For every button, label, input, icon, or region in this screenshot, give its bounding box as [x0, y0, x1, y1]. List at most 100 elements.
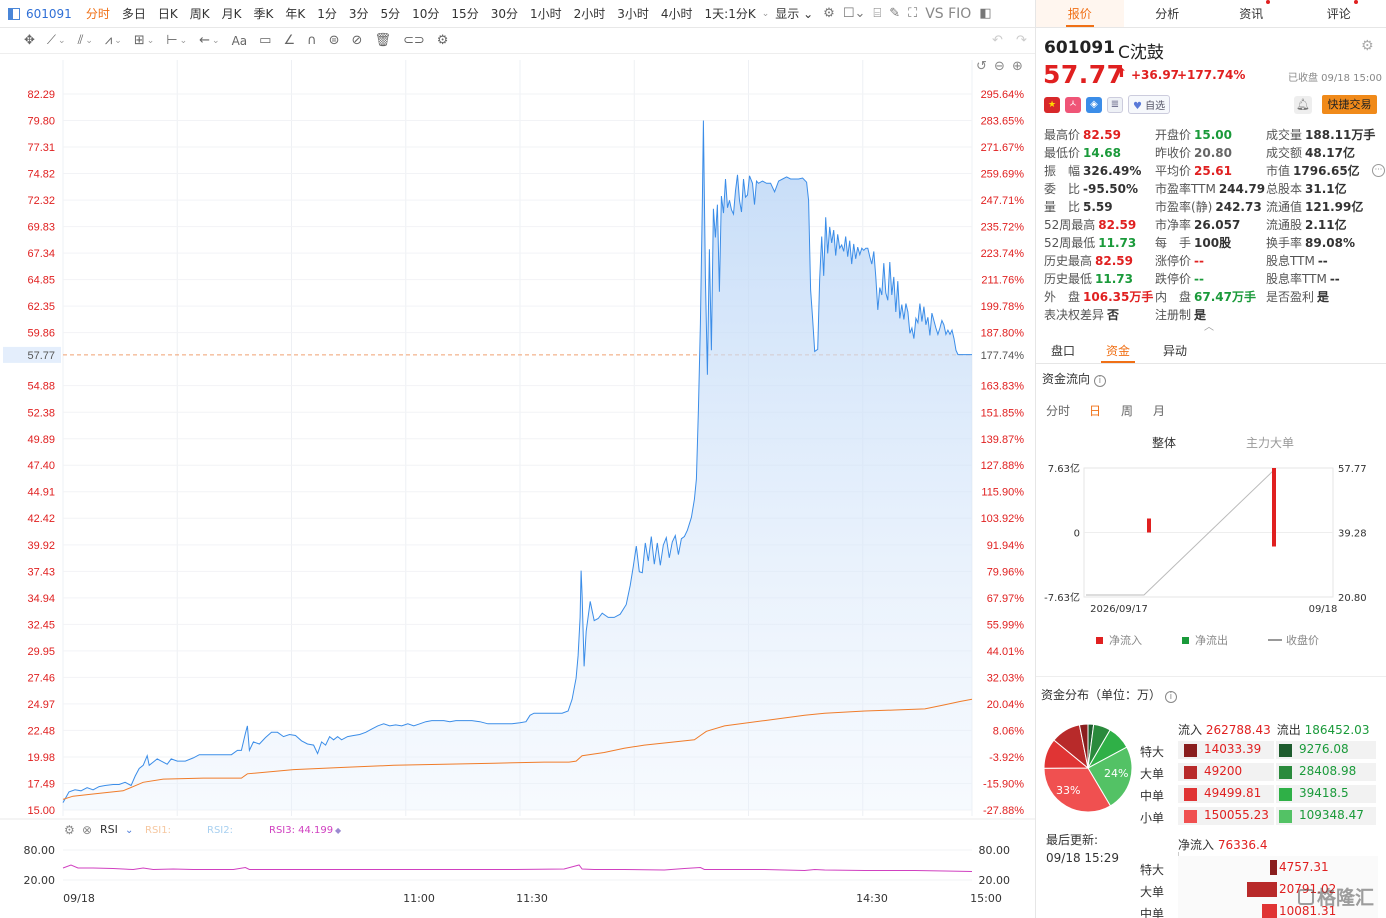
- dist-outflow-cell: 28408.98: [1277, 764, 1373, 780]
- quote-stat: 涨停价 --: [1155, 254, 1204, 268]
- collapse-chevron-icon[interactable]: ︿: [1204, 318, 1214, 333]
- tag-icon[interactable]: ◈: [1086, 96, 1102, 113]
- quote-stat: 内 盘 67.47万手: [1155, 290, 1256, 304]
- quote-tab-2[interactable]: 资讯: [1211, 0, 1299, 27]
- hide-icon[interactable]: ⊘: [352, 33, 363, 48]
- text-tool-icon[interactable]: Aa: [232, 34, 248, 48]
- legend-item-0[interactable]: 净流入: [1096, 632, 1142, 648]
- flow-date-0: 2026/09/17: [1090, 604, 1148, 615]
- timeframe-0[interactable]: 分时: [86, 5, 110, 22]
- line-tool-icon[interactable]: ⟋: [47, 33, 56, 48]
- more-icon[interactable]: ···: [1372, 164, 1385, 177]
- subtab-2[interactable]: 异动: [1163, 342, 1187, 359]
- measure-tool-icon[interactable]: ⊢: [166, 33, 177, 48]
- timeframe-1[interactable]: 多日: [122, 5, 146, 22]
- info-icon[interactable]: i: [1093, 375, 1106, 387]
- timeframe-15[interactable]: 3小时: [617, 5, 649, 22]
- display-menu[interactable]: 显示 ⌄: [775, 5, 813, 22]
- magnet-icon[interactable]: ∩: [307, 33, 317, 48]
- dist-category: 中单: [1140, 789, 1165, 803]
- lock-icon[interactable]: ⊜: [329, 33, 340, 48]
- hot-icon[interactable]: ㅅ: [1065, 96, 1081, 113]
- pencil-icon[interactable]: ✎: [889, 6, 900, 21]
- wave-tool-icon[interactable]: ⩘: [105, 33, 112, 48]
- period-1[interactable]: 日: [1089, 402, 1101, 419]
- alert-bell-icon[interactable]: 🔔︎: [1294, 96, 1312, 114]
- vs-compare-button[interactable]: VS FIO: [925, 6, 971, 22]
- legend-item-2[interactable]: 收盘价: [1268, 632, 1319, 648]
- drawing-toolbar: ✥ ⟋ ⌄ ⫽ ⌄ ⩘ ⌄ ⊞ ⌄ ⊢ ⌄ ← ⌄ Aa ▭ ∠ ∩ ⊜ ⊘ 🗑︎ ⊂⊃ ⚙…: [0, 28, 1035, 54]
- settings-icon[interactable]: ⚙: [823, 6, 835, 21]
- ruler-icon[interactable]: ∠: [283, 33, 295, 48]
- period-2[interactable]: 周: [1121, 402, 1133, 419]
- redo-icon[interactable]: ↷: [1016, 33, 1027, 48]
- subtab-1[interactable]: 资金: [1106, 342, 1130, 359]
- timeframe-13[interactable]: 1小时: [530, 5, 562, 22]
- timeframe-3[interactable]: 周K: [190, 5, 210, 22]
- y2-tick-label: 91.94%: [987, 540, 1025, 552]
- y-tick-label: 37.43: [27, 566, 55, 578]
- link-icon[interactable]: ⊂⊃: [403, 33, 425, 48]
- y2-tick-label: 32.03%: [987, 672, 1025, 684]
- timeframe-4[interactable]: 月K: [222, 5, 242, 22]
- quote-tab-0[interactable]: 报价: [1036, 0, 1124, 27]
- flow-right-tick: 20.80: [1338, 593, 1367, 604]
- quote-stat: 52周最高 82.59: [1044, 218, 1137, 232]
- timeframe-12[interactable]: 30分: [491, 5, 518, 22]
- view-1[interactable]: 主力大单: [1246, 434, 1294, 451]
- crosshair-icon[interactable]: ✥: [24, 33, 35, 48]
- timeframe-5[interactable]: 季K: [253, 5, 273, 22]
- legend-item-1[interactable]: 净流出: [1182, 632, 1228, 648]
- panel-toggle-icon[interactable]: [8, 7, 20, 20]
- distribution-pie: 24% 33%: [1043, 723, 1133, 813]
- fib-tool-icon[interactable]: ⊞: [134, 33, 145, 48]
- square-icon[interactable]: ☐⌄: [843, 6, 866, 21]
- view-0[interactable]: 整体: [1152, 434, 1176, 451]
- channel-tool-icon[interactable]: ⫽: [78, 33, 84, 48]
- timeframe-16[interactable]: 4小时: [661, 5, 693, 22]
- quote-stat: 股息率TTM --: [1266, 272, 1340, 286]
- subtab-0[interactable]: 盘口: [1051, 342, 1075, 359]
- net-category: 大单: [1140, 885, 1165, 899]
- quote-stat: 表决权差异否: [1044, 308, 1120, 322]
- quote-tab-1[interactable]: 分析: [1124, 0, 1212, 27]
- y-tick-label: 22.48: [27, 725, 55, 737]
- sidebar-toggle-icon[interactable]: ◧: [979, 6, 991, 21]
- timeframe-8[interactable]: 3分: [349, 5, 369, 22]
- intraday-chart[interactable]: 82.29 79.80 77.31 74.82 72.32 69.83 67.34 64.85…: [0, 54, 1035, 918]
- y2-tick-label: 259.69%: [981, 168, 1025, 180]
- watchlist-button[interactable]: ♥ 自选: [1128, 95, 1171, 114]
- draw-settings-icon[interactable]: ⚙: [437, 33, 449, 48]
- y-tick-label: 52.38: [27, 407, 55, 419]
- quote-tab-3[interactable]: 评论: [1299, 0, 1386, 27]
- timeframe-9[interactable]: 5分: [381, 5, 401, 22]
- trash-icon[interactable]: 🗑︎: [374, 33, 391, 48]
- y-tick-label: 54.88: [27, 381, 55, 393]
- quote-settings-icon[interactable]: ⚙: [1361, 38, 1374, 54]
- timeframe-17[interactable]: 1天:1分K: [705, 5, 756, 22]
- timeframe-2[interactable]: 日K: [158, 5, 178, 22]
- inflow-bar-2: [1272, 468, 1276, 547]
- quote-stat: 换手率 89.08%: [1266, 236, 1355, 250]
- timeframe-6[interactable]: 年K: [285, 5, 305, 22]
- fullscreen-icon[interactable]: ⛶: [908, 6, 917, 21]
- note-icon[interactable]: ≣: [1107, 96, 1123, 113]
- comment-tool-icon[interactable]: ▭: [259, 33, 271, 48]
- pie-label-outflow: 24%: [1104, 767, 1128, 780]
- undo-icon[interactable]: ↶: [992, 33, 1003, 48]
- quick-trade-button[interactable]: 快捷交易: [1322, 95, 1377, 114]
- rsi-tick-label-right: 20.00: [979, 874, 1011, 887]
- camera-icon[interactable]: ⌸: [873, 6, 881, 21]
- timeframe-11[interactable]: 15分: [451, 5, 478, 22]
- timeframe-7[interactable]: 1分: [317, 5, 337, 22]
- y-tick-label: 67.34: [27, 248, 55, 260]
- dist-info-icon[interactable]: i: [1164, 691, 1177, 703]
- y-tick-label: 74.82: [27, 168, 55, 180]
- stock-code-label[interactable]: 601091: [26, 7, 72, 21]
- arrow-tool-icon[interactable]: ←: [199, 33, 210, 48]
- period-0[interactable]: 分时: [1046, 402, 1070, 419]
- period-3[interactable]: 月: [1153, 402, 1165, 419]
- quote-stat: 总股本 31.1亿: [1266, 182, 1347, 196]
- timeframe-14[interactable]: 2小时: [574, 5, 606, 22]
- timeframe-10[interactable]: 10分: [412, 5, 439, 22]
